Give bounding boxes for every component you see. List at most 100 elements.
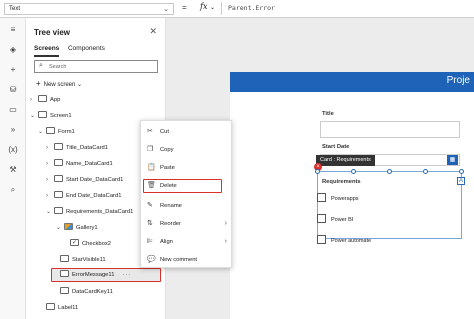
tree-node-name-datacard[interactable]: › Name_DataCard1	[46, 158, 113, 170]
node-label: Gallery1	[76, 225, 98, 231]
property-dropdown[interactable]: Text ⌄	[4, 3, 174, 15]
tab-screens[interactable]: Screens	[34, 45, 60, 57]
title-field-label: Title	[322, 111, 334, 117]
property-value: Text	[9, 6, 21, 12]
node-label: Name_DataCard1	[66, 161, 113, 167]
menu-item-align[interactable]: ⊫ Align ›	[141, 235, 233, 249]
menu-item-copy[interactable]: ❐ Copy	[141, 143, 233, 157]
node-label: DataCardKey11	[72, 289, 113, 295]
formula-bar: Text ⌄ = fx ⌄ Parent.Error	[0, 0, 474, 18]
variables-icon[interactable]: (x)	[7, 144, 19, 156]
menu-item-cut[interactable]: ✂ Cut	[141, 125, 233, 139]
header-title: Proje	[446, 75, 470, 86]
plus-icon: +	[36, 79, 41, 88]
layers-icon[interactable]: ◈	[7, 44, 19, 56]
gallery-icon	[64, 223, 73, 230]
tree-node-label1[interactable]: Label11	[46, 302, 78, 314]
insert-plus-icon[interactable]: +	[7, 64, 19, 76]
function-icon: fx	[200, 2, 208, 11]
checkbox-icon	[70, 237, 79, 249]
search-input[interactable]: ⌕ Search	[34, 60, 158, 73]
media-icon[interactable]: ▭	[7, 104, 19, 116]
formula-input[interactable]: Parent.Error	[228, 4, 275, 12]
chevron-right-icon: ›	[224, 238, 227, 245]
checkbox-row[interactable]: Power automate	[317, 235, 371, 245]
chevron-right-icon: ›	[46, 193, 48, 199]
reorder-icon: ⇅	[147, 220, 153, 227]
tree-node-requirements-datacard[interactable]: ⌄ Requirements_DataCard1	[46, 206, 133, 218]
chevron-down-icon: ⌄	[30, 113, 36, 119]
search-placeholder: Search	[49, 64, 67, 70]
close-icon[interactable]: ✕	[149, 26, 157, 37]
align-icon: ⊫	[147, 238, 154, 245]
data-icon[interactable]: ⛁	[7, 84, 19, 96]
hamburger-icon[interactable]: ≡	[7, 24, 19, 36]
checkbox-icon[interactable]	[317, 193, 326, 202]
chevron-down-icon: ⌄	[56, 225, 62, 231]
new-screen-button[interactable]: + New screen ⌄	[36, 79, 82, 88]
node-label: Checkbox2	[82, 241, 112, 247]
chevron-down-icon: ⌄	[163, 6, 169, 13]
context-menu: ✂ Cut ❐ Copy 📋 Paste 🗑 Delete ✎ Rename ⇅ Reord…	[140, 120, 232, 268]
tree-node-enddate-datacard[interactable]: › End Date_DataCard1	[46, 190, 121, 202]
menu-label: Align	[160, 239, 173, 245]
card-icon	[54, 191, 63, 198]
checkbox-row[interactable]: Powerapps	[317, 193, 359, 203]
tree-node-datacardkey[interactable]: DataCardKey11	[60, 286, 113, 298]
resize-handle[interactable]	[351, 169, 356, 174]
title-field-input[interactable]	[320, 121, 460, 138]
chevron-right-icon: ›	[46, 161, 48, 167]
tab-components[interactable]: Components	[68, 45, 105, 55]
resize-handle[interactable]	[315, 169, 320, 174]
resize-handle[interactable]	[423, 169, 428, 174]
label-icon	[60, 255, 69, 262]
checkbox-label: Power automate	[331, 238, 372, 244]
menu-label: Reorder	[160, 221, 181, 227]
power-automate-icon[interactable]: »	[7, 124, 19, 136]
checkbox-icon[interactable]	[317, 214, 326, 223]
tree-node-form1[interactable]: ⌄ Form1	[38, 126, 75, 138]
screen-icon	[38, 111, 47, 118]
label-icon	[60, 287, 69, 294]
node-label: StarVisible11	[72, 257, 106, 263]
label-icon	[46, 303, 55, 310]
menu-label: Cut	[160, 129, 170, 135]
menu-label: Paste	[160, 165, 175, 171]
left-rail: ≡ ◈ + ⛁ ▭ » (x) ⚒ ⌕	[0, 18, 26, 319]
resize-handle[interactable]	[459, 169, 464, 174]
node-label: Title_DataCard1	[66, 145, 108, 151]
text-format-icon[interactable]: A	[457, 177, 465, 185]
chevron-down-icon: ⌄	[38, 129, 44, 135]
new-screen-label: New screen	[43, 82, 76, 88]
node-label: Label11	[58, 305, 79, 311]
tree-node-starvisible[interactable]: StarVisible11	[60, 254, 106, 266]
resize-handle[interactable]	[387, 169, 392, 174]
node-label: App	[50, 97, 61, 103]
equals-sign: =	[182, 3, 187, 12]
tree-node-app[interactable]: › App	[30, 94, 60, 106]
menu-item-reorder[interactable]: ⇅ Reorder ›	[141, 217, 233, 231]
chevron-right-icon: ›	[46, 177, 48, 183]
fx-button[interactable]: fx ⌄	[200, 2, 222, 15]
requirements-label: Requirements	[322, 179, 361, 185]
tree-node-startdate-datacard[interactable]: › Start Date_DataCard1	[46, 174, 123, 186]
card-tooltip: Card : Requirements	[316, 155, 375, 166]
menu-item-rename[interactable]: ✎ Rename	[141, 199, 233, 213]
tools-icon[interactable]: ⚒	[7, 164, 19, 176]
chevron-right-icon: ›	[30, 97, 32, 103]
rename-icon: ✎	[147, 202, 153, 209]
highlight-box-errormessage	[51, 268, 161, 282]
menu-item-paste[interactable]: 📋 Paste	[141, 161, 233, 175]
calendar-icon[interactable]: ▦	[447, 155, 458, 165]
tree-node-gallery1[interactable]: ⌄ Gallery1	[56, 222, 98, 234]
tree-node-title-datacard[interactable]: › Title_DataCard1	[46, 142, 108, 154]
chevron-down-icon: ⌄	[46, 209, 52, 215]
checkbox-row[interactable]: Power BI	[317, 214, 353, 224]
search-icon[interactable]: ⌕	[7, 184, 19, 196]
card-icon	[54, 207, 63, 214]
checkbox-icon[interactable]	[317, 235, 326, 244]
tree-node-screen1[interactable]: ⌄ Screen1	[30, 110, 72, 122]
menu-item-new-comment[interactable]: 💬 New comment	[141, 253, 233, 267]
tree-node-checkbox2[interactable]: Checkbox2	[70, 237, 112, 250]
copy-icon: ❐	[147, 146, 154, 153]
